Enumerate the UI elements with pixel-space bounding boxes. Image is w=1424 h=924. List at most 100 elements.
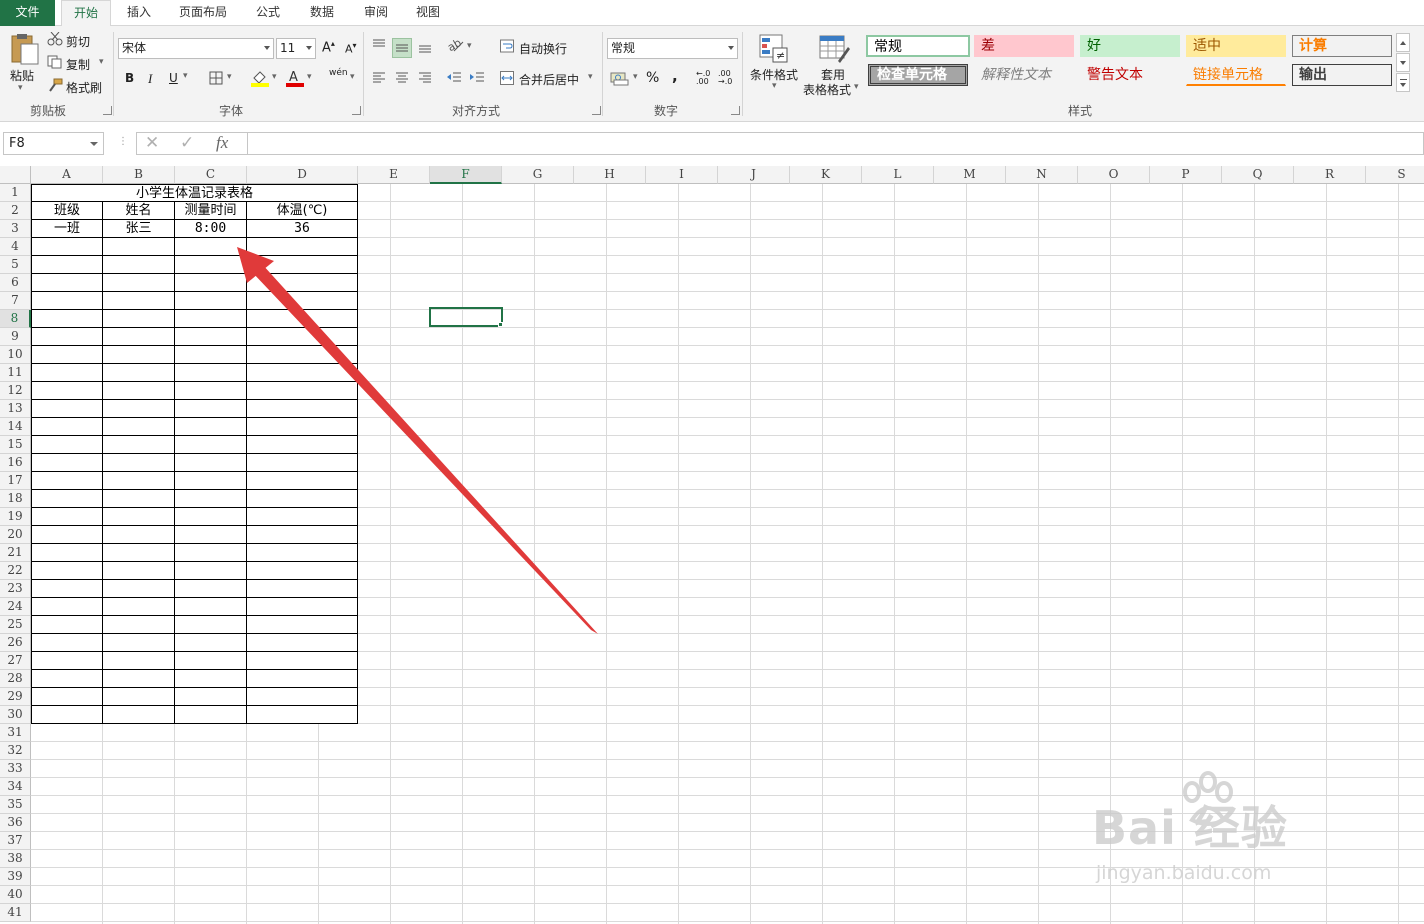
font-color-dropdown-icon[interactable]: ▾ bbox=[307, 72, 312, 82]
table-format-dropdown-icon[interactable]: ▾ bbox=[854, 82, 859, 92]
format-painter-icon[interactable] bbox=[47, 78, 63, 92]
tab-file[interactable]: 文件 bbox=[0, 0, 55, 26]
alignment-group-label: 对齐方式 bbox=[451, 104, 500, 118]
tab-data[interactable]: 数据 bbox=[298, 0, 346, 26]
shrink-font-icon: A bbox=[345, 42, 353, 56]
underline-button[interactable]: U bbox=[169, 71, 178, 85]
styles-scroll-down-icon[interactable] bbox=[1396, 53, 1410, 72]
svg-text:A: A bbox=[289, 70, 298, 85]
orientation-dropdown-icon[interactable]: ▾ bbox=[467, 41, 472, 51]
wrap-text-icon[interactable] bbox=[500, 39, 514, 53]
copy-icon[interactable] bbox=[47, 55, 63, 69]
underline-dropdown-icon[interactable]: ▾ bbox=[183, 71, 188, 81]
style-explanatory[interactable]: 解释性文本 bbox=[974, 64, 1074, 86]
increase-decimal-button[interactable]: ←.0 .00 bbox=[696, 70, 714, 86]
font-size-select[interactable]: 11 bbox=[276, 38, 316, 59]
formula-input[interactable] bbox=[248, 132, 1424, 155]
style-normal[interactable]: 常规 bbox=[866, 35, 970, 57]
font-color-icon[interactable]: A bbox=[285, 69, 305, 87]
copy-dropdown-icon[interactable]: ▾ bbox=[99, 57, 104, 67]
align-left-icon[interactable] bbox=[372, 71, 386, 83]
font-name-value: 宋体 bbox=[122, 41, 147, 55]
group-divider bbox=[602, 32, 603, 116]
fill-color-icon[interactable] bbox=[250, 69, 270, 87]
number-launcher-icon[interactable] bbox=[731, 106, 740, 115]
paste-dropdown-icon[interactable]: ▾ bbox=[18, 83, 23, 93]
align-right-icon[interactable] bbox=[418, 71, 432, 83]
border-dropdown-icon[interactable]: ▾ bbox=[227, 72, 232, 82]
number-format-select[interactable]: 常规 bbox=[607, 38, 738, 59]
ribbon-tab-bar: 文件 开始 插入 页面布局 公式 数据 审阅 视图 bbox=[0, 0, 1424, 27]
styles-scroll-up-icon[interactable] bbox=[1396, 33, 1410, 52]
alignment-launcher-icon[interactable] bbox=[592, 106, 601, 115]
paste-button[interactable]: 粘贴 bbox=[10, 67, 34, 84]
styles-group-label: 样式 bbox=[1067, 104, 1092, 118]
grow-font-button[interactable]: A▴ bbox=[322, 39, 335, 55]
style-output[interactable]: 输出 bbox=[1292, 64, 1392, 86]
align-top-icon[interactable] bbox=[372, 38, 386, 52]
conditional-format-icon[interactable]: ≠ bbox=[758, 33, 790, 65]
shrink-font-button[interactable]: A▾ bbox=[345, 41, 357, 56]
phonetic-button[interactable]: wén bbox=[329, 68, 348, 78]
merge-center-button[interactable]: 合并后居中 bbox=[519, 71, 579, 88]
number-format-value: 常规 bbox=[611, 41, 636, 55]
tab-formulas[interactable]: 公式 bbox=[244, 0, 292, 26]
table-format-button[interactable]: 表格格式 bbox=[803, 81, 851, 98]
border-icon[interactable] bbox=[209, 71, 223, 85]
style-calculation[interactable]: 计算 bbox=[1292, 35, 1392, 57]
merge-dropdown-icon[interactable]: ▾ bbox=[588, 72, 593, 82]
name-box[interactable]: F8 bbox=[3, 132, 104, 155]
styles-more-icon[interactable] bbox=[1396, 73, 1410, 92]
phonetic-icon: wén bbox=[329, 68, 348, 78]
comma-style-button[interactable]: , bbox=[672, 67, 678, 85]
align-bottom-icon[interactable] bbox=[418, 40, 432, 54]
insert-function-icon[interactable]: fx bbox=[216, 133, 228, 153]
accounting-format-icon[interactable] bbox=[610, 70, 630, 86]
merge-center-icon[interactable] bbox=[500, 71, 514, 85]
cut-button[interactable]: 剪切 bbox=[66, 33, 90, 50]
align-center-icon[interactable] bbox=[395, 71, 409, 83]
watermark-url: jingyan.baidu.com bbox=[1096, 862, 1272, 884]
style-linked-cell[interactable]: 链接单元格 bbox=[1186, 64, 1286, 86]
decrease-indent-icon[interactable] bbox=[446, 71, 462, 83]
style-neutral[interactable]: 适中 bbox=[1186, 35, 1286, 57]
phonetic-dropdown-icon[interactable]: ▾ bbox=[350, 72, 355, 82]
enter-icon[interactable]: ✓ bbox=[180, 133, 194, 153]
tab-home[interactable]: 开始 bbox=[61, 0, 111, 27]
style-warning[interactable]: 警告文本 bbox=[1080, 64, 1180, 86]
accounting-dropdown-icon[interactable]: ▾ bbox=[633, 72, 638, 82]
formula-bar: F8 ⋮ ✕ ✓ fx bbox=[0, 122, 1424, 166]
tab-view[interactable]: 视图 bbox=[406, 0, 450, 26]
style-bad[interactable]: 差 bbox=[974, 35, 1074, 57]
font-launcher-icon[interactable] bbox=[352, 106, 361, 115]
cut-icon[interactable] bbox=[47, 31, 63, 46]
cancel-icon[interactable]: ✕ bbox=[145, 133, 159, 153]
tab-insert[interactable]: 插入 bbox=[117, 0, 161, 26]
svg-text:ab: ab bbox=[448, 38, 464, 52]
tab-page-layout[interactable]: 页面布局 bbox=[170, 0, 236, 26]
decrease-decimal-button[interactable]: .00 →.0 bbox=[718, 70, 736, 86]
copy-button[interactable]: 复制 bbox=[66, 56, 90, 73]
bold-button[interactable]: B bbox=[125, 71, 134, 85]
arrow-shaft bbox=[252, 264, 598, 634]
clipboard-launcher-icon[interactable] bbox=[103, 106, 112, 115]
align-middle-icon[interactable] bbox=[392, 38, 412, 58]
style-good[interactable]: 好 bbox=[1080, 35, 1180, 57]
font-size-dropdown-icon bbox=[306, 46, 312, 50]
percent-style-button[interactable]: % bbox=[646, 70, 659, 86]
fill-color-dropdown-icon[interactable]: ▾ bbox=[272, 72, 277, 82]
increase-indent-icon[interactable] bbox=[469, 71, 485, 83]
style-check-cell[interactable]: 检查单元格 bbox=[868, 64, 968, 86]
font-name-dropdown-icon bbox=[264, 46, 270, 50]
format-painter-button[interactable]: 格式刷 bbox=[66, 79, 102, 96]
orientation-icon[interactable]: ab bbox=[445, 36, 464, 54]
paste-icon[interactable] bbox=[8, 32, 40, 66]
grow-font-icon: A bbox=[322, 40, 331, 56]
italic-button[interactable]: I bbox=[148, 71, 152, 87]
conditional-dropdown-icon[interactable]: ▾ bbox=[772, 81, 777, 91]
table-format-icon[interactable] bbox=[818, 33, 850, 65]
tab-review[interactable]: 审阅 bbox=[352, 0, 400, 26]
wrap-text-button[interactable]: 自动换行 bbox=[519, 40, 567, 57]
svg-text:≠: ≠ bbox=[776, 49, 785, 62]
font-name-select[interactable]: 宋体 bbox=[118, 38, 274, 59]
